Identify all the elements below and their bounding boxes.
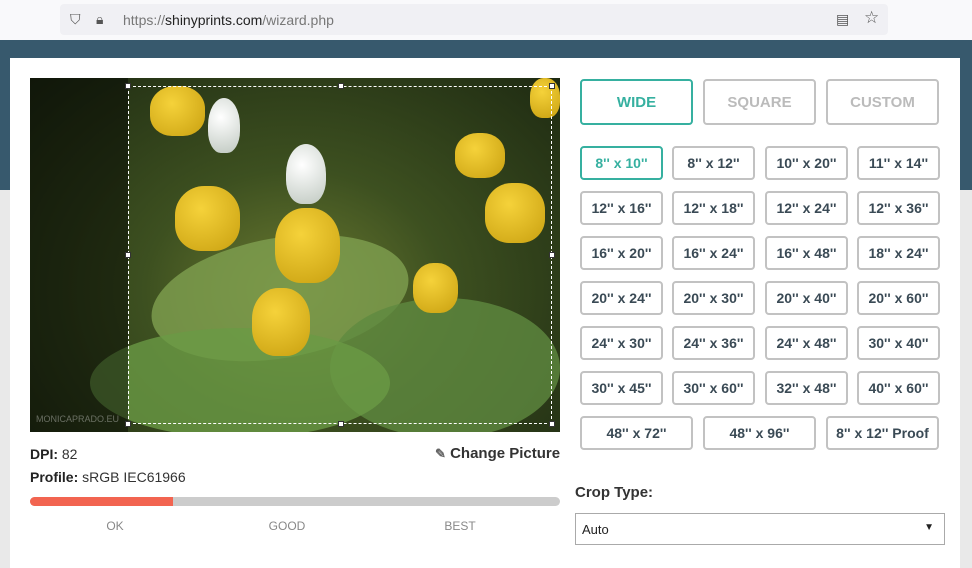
watermark: MONICAPRADO.EU [36, 414, 120, 424]
size-option-button[interactable]: 10'' x 20'' [765, 146, 848, 180]
crop-type-select[interactable]: Auto ▼ [575, 513, 945, 545]
quality-label-good: GOOD [268, 519, 306, 533]
size-option-button[interactable]: 20'' x 60'' [857, 281, 940, 315]
size-option-button[interactable]: 20'' x 30'' [672, 281, 755, 315]
browser-toolbar: ⛉ 🔒︎ https://shinyprints.com/wizard.php … [0, 0, 972, 40]
crop-handle[interactable] [338, 421, 344, 427]
size-option-button[interactable]: 8'' x 12'' Proof [826, 416, 939, 450]
crop-handle[interactable] [125, 421, 131, 427]
crop-handle[interactable] [125, 83, 131, 89]
size-option-button[interactable]: 12'' x 16'' [580, 191, 663, 225]
size-option-button[interactable]: 48'' x 72'' [580, 416, 693, 450]
size-option-button[interactable]: 32'' x 48'' [765, 371, 848, 405]
size-option-button[interactable]: 12'' x 36'' [857, 191, 940, 225]
address-bar[interactable]: ⛉ 🔒︎ https://shinyprints.com/wizard.php … [60, 4, 888, 35]
crop-handle[interactable] [125, 252, 131, 258]
pencil-icon: ✎ [435, 446, 446, 461]
tab-wide[interactable]: WIDE [580, 79, 693, 125]
quality-bar-fill [30, 497, 174, 506]
size-option-button[interactable]: 20'' x 40'' [765, 281, 848, 315]
tab-custom[interactable]: CUSTOM [826, 79, 939, 125]
crop-shade [30, 78, 128, 432]
crop-handle[interactable] [549, 421, 555, 427]
size-option-button[interactable]: 20'' x 24'' [580, 281, 663, 315]
size-option-button[interactable]: 11'' x 14'' [857, 146, 940, 180]
size-option-button[interactable]: 12'' x 18'' [672, 191, 755, 225]
crop-handle[interactable] [549, 252, 555, 258]
dpi-readout: DPI: 82 [30, 446, 78, 462]
size-option-button[interactable]: 8'' x 12'' [672, 146, 755, 180]
shield-icon[interactable]: ⛉ [70, 11, 81, 28]
quality-bar [30, 497, 560, 506]
size-option-button[interactable]: 16'' x 20'' [580, 236, 663, 270]
dropdown-arrow-icon: ▼ [924, 522, 934, 533]
size-option-button[interactable]: 24'' x 30'' [580, 326, 663, 360]
profile-readout: Profile: sRGB IEC61966 [30, 469, 186, 485]
crop-handle[interactable] [549, 83, 555, 89]
reader-icon[interactable]: ▤ [836, 11, 849, 28]
lock-icon[interactable]: 🔒︎ [96, 11, 103, 28]
url-text[interactable]: https://shinyprints.com/wizard.php [123, 12, 334, 28]
size-option-button[interactable]: 12'' x 24'' [765, 191, 848, 225]
tab-square[interactable]: SQUARE [703, 79, 816, 125]
size-option-button[interactable]: 40'' x 60'' [857, 371, 940, 405]
size-option-button[interactable]: 24'' x 36'' [672, 326, 755, 360]
size-option-button[interactable]: 30'' x 60'' [672, 371, 755, 405]
crop-box[interactable] [125, 83, 555, 427]
size-option-button[interactable]: 18'' x 24'' [857, 236, 940, 270]
size-option-button[interactable]: 30'' x 40'' [857, 326, 940, 360]
size-option-button[interactable]: 8'' x 10'' [580, 146, 663, 180]
crop-handle[interactable] [338, 83, 344, 89]
size-option-button[interactable]: 16'' x 24'' [672, 236, 755, 270]
size-option-button[interactable]: 16'' x 48'' [765, 236, 848, 270]
star-icon[interactable]: ☆ [864, 8, 879, 28]
photo-preview[interactable]: MONICAPRADO.EU [30, 78, 560, 432]
crop-type-value: Auto [582, 522, 609, 537]
change-picture-link[interactable]: ✎ Change Picture [435, 445, 560, 462]
size-option-button[interactable]: 48'' x 96'' [703, 416, 816, 450]
crop-type-label: Crop Type: [575, 484, 654, 501]
size-option-button[interactable]: 24'' x 48'' [765, 326, 848, 360]
quality-label-best: BEST [444, 519, 476, 533]
size-option-button[interactable]: 30'' x 45'' [580, 371, 663, 405]
quality-label-ok: OK [106, 519, 124, 533]
